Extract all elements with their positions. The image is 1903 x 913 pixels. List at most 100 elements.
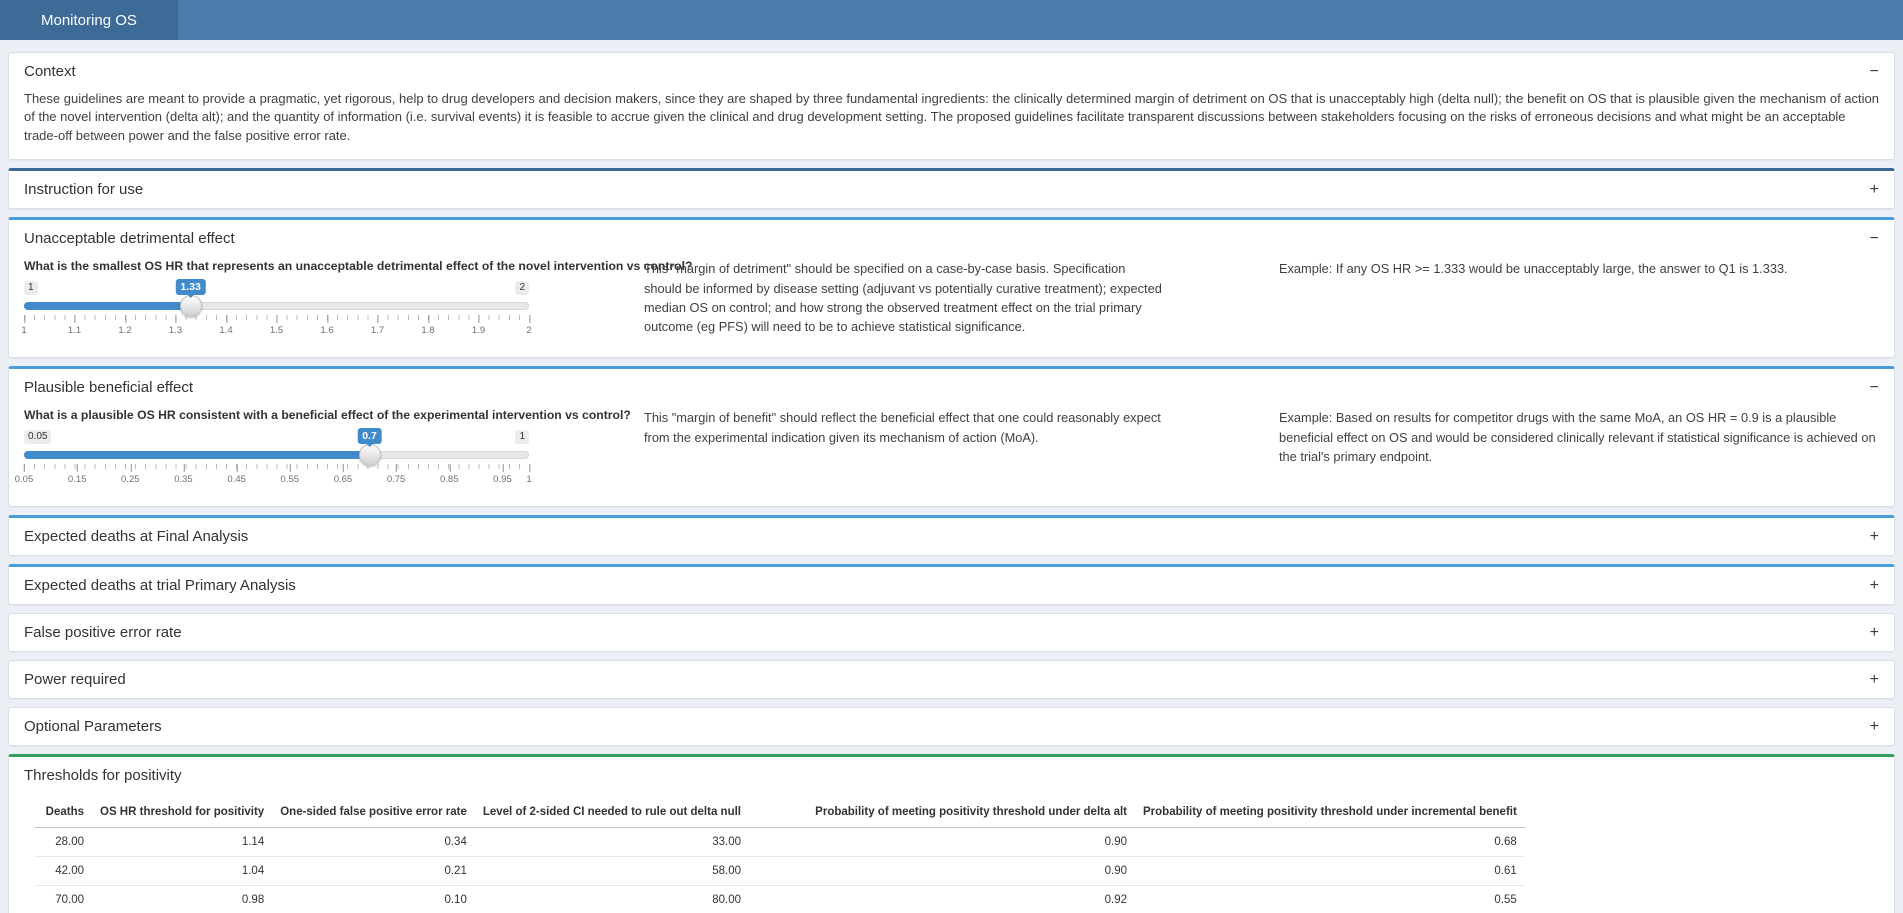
- collapse-minus-icon[interactable]: −: [1870, 231, 1879, 247]
- tick-label: 0.55: [281, 464, 300, 485]
- panel-false-positive-rate-header[interactable]: False positive error rate +: [9, 614, 1894, 651]
- panel-context-header[interactable]: Context −: [9, 53, 1894, 90]
- panel-thresholds-header[interactable]: Thresholds for positivity: [9, 757, 1894, 794]
- panel-benefit-header[interactable]: Plausible beneficial effect −: [9, 369, 1894, 406]
- tick-label: 1: [526, 464, 531, 485]
- panel-optional-parameters-title: Optional Parameters: [24, 718, 162, 735]
- tick-label: 0.65: [334, 464, 353, 485]
- cell-prob-inc: 0.55: [1135, 886, 1525, 913]
- panel-false-positive-rate-title: False positive error rate: [24, 624, 182, 641]
- panel-context-body: These guidelines are meant to provide a …: [9, 90, 1894, 159]
- slider-fill-bar: [24, 451, 370, 459]
- panel-power-required-title: Power required: [24, 671, 126, 688]
- slider-grid: 0.05 0.15 0.25 0.35 0.45 0.55 0.65 0.75 …: [24, 464, 529, 486]
- column-header-deaths: Deaths: [34, 798, 92, 827]
- tick-label: 0.85: [440, 464, 459, 485]
- context-paragraph: These guidelines are meant to provide a …: [24, 90, 1879, 145]
- cell-os-hr: 1.14: [92, 827, 272, 856]
- panel-thresholds: Thresholds for positivity Deaths OS HR t…: [8, 754, 1895, 913]
- table-row: 28.00 1.14 0.34 33.00 0.90 0.68: [34, 827, 1525, 856]
- tick-label: 0.05: [15, 464, 34, 485]
- panel-detriment: Unacceptable detrimental effect − What i…: [8, 217, 1895, 358]
- tick-label: 0.15: [68, 464, 87, 485]
- tick-label: 1.2: [118, 315, 131, 336]
- panel-optional-parameters-header[interactable]: Optional Parameters +: [9, 708, 1894, 745]
- tab-monitoring-os[interactable]: Monitoring OS: [0, 0, 178, 40]
- thresholds-table: Deaths OS HR threshold for positivity On…: [34, 798, 1525, 913]
- panel-instruction-header[interactable]: Instruction for use +: [9, 171, 1894, 208]
- panel-detriment-header[interactable]: Unacceptable detrimental effect −: [9, 220, 1894, 257]
- benefit-question: What is a plausible OS HR consistent wit…: [24, 408, 644, 422]
- collapse-plus-icon[interactable]: +: [1870, 182, 1879, 198]
- tick-label: 1.4: [219, 315, 232, 336]
- detriment-question: What is the smallest OS HR that represen…: [24, 259, 644, 273]
- table-row: 42.00 1.04 0.21 58.00 0.90 0.61: [34, 857, 1525, 886]
- panel-context-title: Context: [24, 63, 76, 80]
- panel-deaths-primary-title: Expected deaths at trial Primary Analysi…: [24, 577, 296, 594]
- collapse-plus-icon[interactable]: +: [1870, 625, 1879, 641]
- tick-label: 1.5: [270, 315, 283, 336]
- panel-false-positive-rate: False positive error rate +: [8, 613, 1895, 652]
- tick-label: 0.75: [387, 464, 406, 485]
- panel-benefit: Plausible beneficial effect − What is a …: [8, 366, 1895, 507]
- column-header-prob-incremental: Probability of meeting positivity thresh…: [1135, 798, 1525, 827]
- navbar: Monitoring OS: [0, 0, 1903, 40]
- collapse-plus-icon[interactable]: +: [1870, 529, 1879, 545]
- tick-label: 0.25: [121, 464, 140, 485]
- main-content: Context − These guidelines are meant to …: [0, 40, 1903, 913]
- cell-prob-inc: 0.61: [1135, 857, 1525, 886]
- panel-instruction-title: Instruction for use: [24, 181, 143, 198]
- panel-deaths-primary: Expected deaths at trial Primary Analysi…: [8, 564, 1895, 605]
- column-header-one-sided-fpr: One-sided false positive error rate: [272, 798, 475, 827]
- collapse-minus-icon[interactable]: −: [1870, 64, 1879, 80]
- detriment-example: Example: If any OS HR >= 1.333 would be …: [1279, 259, 1879, 339]
- slider-min-label: 0.05: [24, 430, 51, 444]
- tick-label: 2: [526, 315, 531, 336]
- panel-deaths-final: Expected deaths at Final Analysis +: [8, 515, 1895, 556]
- cell-fpr: 0.21: [272, 857, 475, 886]
- slider-grid: 1 1.1 1.2 1.3 1.4 1.5 1.6 1.7 1.8 1.9 2: [24, 315, 529, 337]
- benefit-slider: 0.05 1 0.7 0.05 0.15 0.25 0.35 0.45 0.55…: [24, 428, 529, 488]
- cell-ci: 58.00: [475, 857, 749, 886]
- slider-max-label: 1: [515, 430, 529, 444]
- column-header-ci-level: Level of 2-sided CI needed to rule out d…: [475, 798, 749, 827]
- detriment-slider: 1 2 1.33 1 1.1 1.2 1.3 1.4 1.5 1.6 1.7: [24, 279, 529, 339]
- column-header-os-hr-threshold: OS HR threshold for positivity: [92, 798, 272, 827]
- tick-label: 0.95: [493, 464, 512, 485]
- benefit-question-column: What is a plausible OS HR consistent wit…: [24, 408, 644, 488]
- tick-label: 1: [21, 315, 26, 336]
- detriment-note: This "margin of detriment" should be spe…: [644, 259, 1164, 339]
- cell-ci: 33.00: [475, 827, 749, 856]
- panel-context: Context − These guidelines are meant to …: [8, 52, 1895, 160]
- tick-label: 0.45: [227, 464, 246, 485]
- cell-prob-alt: 0.92: [749, 886, 1135, 913]
- benefit-row: What is a plausible OS HR consistent wit…: [9, 406, 1894, 506]
- table-row: 70.00 0.98 0.10 80.00 0.92 0.55: [34, 886, 1525, 913]
- cell-os-hr: 0.98: [92, 886, 272, 913]
- slider-min-label: 1: [24, 281, 38, 295]
- cell-fpr: 0.34: [272, 827, 475, 856]
- slider-handle[interactable]: [359, 444, 381, 466]
- panel-power-required-header[interactable]: Power required +: [9, 661, 1894, 698]
- collapse-plus-icon[interactable]: +: [1870, 672, 1879, 688]
- panel-power-required: Power required +: [8, 660, 1895, 699]
- app-title: Monitoring OS: [41, 12, 137, 29]
- detriment-row: What is the smallest OS HR that represen…: [9, 257, 1894, 357]
- collapse-plus-icon[interactable]: +: [1870, 578, 1879, 594]
- slider-value-bubble: 1.33: [175, 279, 205, 295]
- panel-deaths-primary-header[interactable]: Expected deaths at trial Primary Analysi…: [9, 567, 1894, 604]
- thresholds-table-wrap: Deaths OS HR threshold for positivity On…: [9, 798, 1894, 913]
- panel-instruction: Instruction for use +: [8, 168, 1895, 209]
- panel-deaths-final-header[interactable]: Expected deaths at Final Analysis +: [9, 518, 1894, 555]
- collapse-minus-icon[interactable]: −: [1870, 380, 1879, 396]
- table-header-row: Deaths OS HR threshold for positivity On…: [34, 798, 1525, 827]
- cell-os-hr: 1.04: [92, 857, 272, 886]
- benefit-example: Example: Based on results for competitor…: [1279, 408, 1879, 488]
- slider-fill-bar: [24, 302, 191, 310]
- cell-deaths: 70.00: [34, 886, 92, 913]
- tick-label: 1.1: [68, 315, 81, 336]
- panel-detriment-title: Unacceptable detrimental effect: [24, 230, 235, 247]
- slider-max-label: 2: [515, 281, 529, 295]
- collapse-plus-icon[interactable]: +: [1870, 719, 1879, 735]
- slider-handle[interactable]: [180, 295, 202, 317]
